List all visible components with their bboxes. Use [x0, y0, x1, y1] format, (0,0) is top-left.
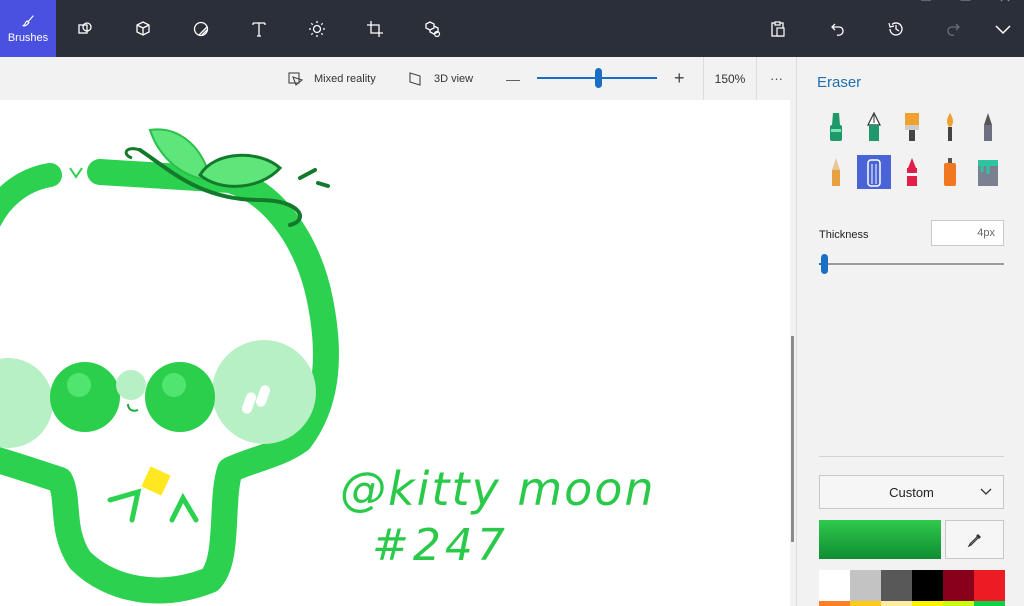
eyedropper-button[interactable] [945, 520, 1004, 559]
palette-color-cream[interactable] [881, 601, 912, 606]
marker-icon [830, 113, 842, 141]
palette-color-dark-gray[interactable] [881, 570, 912, 601]
zoom-out-icon: — [506, 70, 520, 87]
history-icon [888, 21, 903, 36]
brush-watercolor[interactable] [933, 110, 967, 144]
tool-effects[interactable] [289, 0, 345, 57]
undo-icon [831, 23, 844, 36]
drawing-canvas[interactable]: @kitty moon #247 [0, 100, 790, 606]
zoom-out-button[interactable]: — [506, 57, 520, 100]
crayon-icon [907, 158, 917, 186]
brush-spray-can[interactable] [933, 155, 967, 189]
paste-button[interactable] [750, 0, 806, 57]
thickness-input[interactable]: 4px [931, 220, 1004, 246]
3d-view-label: 3D view [434, 72, 474, 85]
canvas-scroll-thumb[interactable] [791, 336, 794, 542]
3d-view-icon [409, 71, 421, 86]
crop-icon [367, 20, 383, 37]
paint-3d-window: Brushes Mixed reality 3D view — + ··· 15… [0, 0, 1024, 606]
spray-can-icon [944, 158, 956, 186]
tool-brushes-label: Brushes [7, 32, 49, 44]
brush-fill[interactable] [971, 155, 1005, 189]
zoom-value-field[interactable]: 150% [703, 57, 757, 100]
palette-color-black[interactable] [912, 570, 943, 601]
eraser-icon [867, 159, 881, 187]
tool-stickers[interactable] [173, 0, 229, 57]
zoom-in-button[interactable]: + [674, 57, 685, 100]
redo-icon [947, 23, 960, 36]
3d-view-button[interactable]: 3D view [408, 57, 473, 100]
palette-color-lime[interactable] [943, 601, 974, 606]
mixed-reality-icon [288, 71, 304, 86]
brush-pixel-pen[interactable] [971, 110, 1005, 144]
zoom-value: 150% [714, 71, 746, 86]
thickness-label: Thickness [819, 229, 869, 241]
redo-button[interactable] [926, 0, 982, 57]
watercolor-icon [947, 113, 953, 141]
chevron-down-icon [980, 488, 992, 495]
brush-eraser[interactable] [857, 155, 891, 189]
tool-3d-library[interactable] [405, 0, 461, 57]
history-button[interactable] [868, 0, 924, 57]
cube-icon [136, 20, 150, 36]
undo-button[interactable] [809, 0, 865, 57]
signature-line-2: #247 [372, 520, 509, 571]
tool-brushes[interactable]: Brushes [0, 0, 56, 57]
expand-menu-button[interactable] [975, 0, 1024, 57]
panel-title: Eraser [817, 74, 862, 91]
pixel-pen-icon [984, 113, 992, 141]
clipboard-icon [771, 20, 785, 37]
palette-color-dark-red[interactable] [943, 570, 974, 601]
brush-oil[interactable] [895, 110, 929, 144]
tool-crop[interactable] [347, 0, 403, 57]
tool-2d-shapes[interactable] [57, 0, 113, 57]
panel-divider [819, 456, 1004, 457]
color-mode-dropdown[interactable]: Custom [819, 475, 1004, 509]
sticker-icon [193, 21, 209, 36]
thickness-slider-thumb[interactable] [821, 254, 828, 274]
color-mode-label: Custom [889, 484, 934, 500]
palette-color-red[interactable] [974, 570, 1005, 601]
mixed-reality-label: Mixed reality [314, 72, 376, 85]
sun-icon [309, 20, 325, 37]
calligraphy-pen-icon [867, 111, 881, 141]
palette-color-green[interactable] [974, 601, 1005, 606]
3d-library-icon [425, 20, 441, 37]
signature-line-1: @kitty moon [340, 462, 656, 516]
brush-panel: Eraser Thickness 4px Custom [796, 57, 1024, 606]
zoom-in-icon: + [674, 68, 685, 88]
top-toolbar: Brushes [0, 0, 1024, 57]
2d-shapes-icon [78, 21, 92, 34]
more-options-button[interactable]: ··· [770, 57, 783, 100]
eyedropper-icon [967, 533, 981, 547]
brush-icon [22, 15, 34, 27]
view-bar: Mixed reality 3D view — + ··· [0, 57, 796, 100]
brush-marker[interactable] [819, 110, 853, 144]
palette-color-orange[interactable] [819, 601, 850, 606]
palette-color-light-gray[interactable] [850, 570, 881, 601]
chevron-down-icon [995, 24, 1011, 34]
palette-color-white[interactable] [819, 570, 850, 601]
tool-3d-shapes[interactable] [115, 0, 171, 57]
mixed-reality-button[interactable]: Mixed reality [288, 57, 376, 100]
current-color-swatch[interactable] [819, 520, 941, 559]
pencil-icon [832, 158, 840, 186]
tool-text[interactable] [231, 0, 287, 57]
brush-calligraphy-pen[interactable] [857, 110, 891, 144]
brush-crayon[interactable] [895, 155, 929, 189]
palette-color-gold[interactable] [850, 601, 881, 606]
thickness-value: 4px [977, 227, 995, 239]
brush-pencil[interactable] [819, 155, 853, 189]
zoom-slider-thumb[interactable] [595, 68, 602, 88]
more-icon: ··· [770, 71, 783, 86]
text-icon [252, 21, 266, 37]
fill-bucket-icon [978, 160, 998, 186]
palette-color-yellow[interactable] [912, 601, 943, 606]
oil-brush-icon [905, 113, 919, 141]
thickness-slider-track[interactable] [819, 263, 1004, 265]
